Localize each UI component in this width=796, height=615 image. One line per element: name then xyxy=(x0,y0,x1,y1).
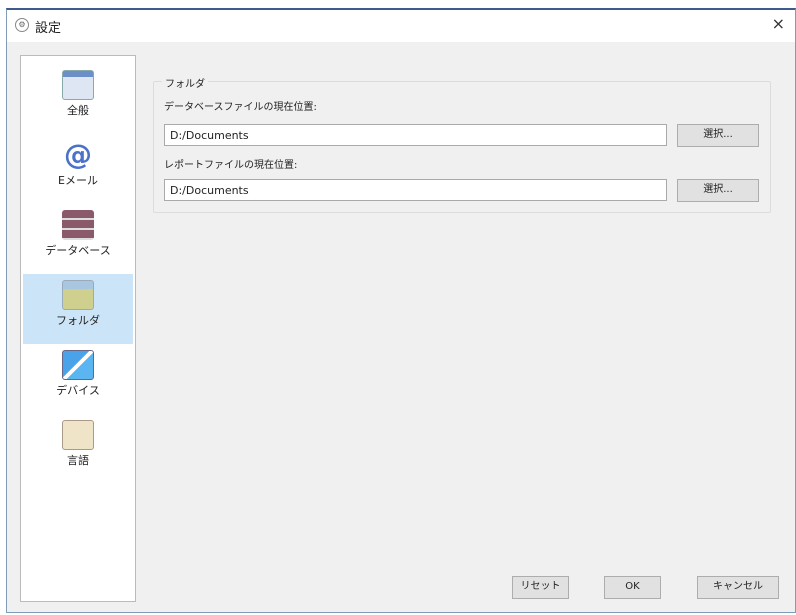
sidebar-item-label: デバイス xyxy=(56,384,100,397)
ok-button[interactable]: OK xyxy=(604,576,661,599)
language-icon xyxy=(62,420,94,450)
settings-sidebar: 全般 @ Eメール データベース フォルダ デバイス 言語 xyxy=(20,55,136,602)
sidebar-item-device[interactable]: デバイス xyxy=(23,344,133,414)
reset-button[interactable]: リセット xyxy=(512,576,569,599)
sidebar-item-general[interactable]: 全般 xyxy=(23,64,133,134)
report-location-input[interactable]: D:/Documents xyxy=(164,179,667,201)
database-icon xyxy=(62,210,94,240)
database-location-label: データベースファイルの現在位置: xyxy=(164,102,317,113)
report-select-button[interactable]: 選択... xyxy=(677,179,759,202)
sidebar-item-label: Eメール xyxy=(58,174,98,187)
title-bar: ⚙ 設定 × xyxy=(7,10,795,42)
sidebar-item-label: 言語 xyxy=(67,454,89,467)
general-settings-icon xyxy=(62,70,94,100)
sidebar-item-folder[interactable]: フォルダ xyxy=(23,274,133,344)
cancel-button[interactable]: キャンセル xyxy=(697,576,779,599)
sidebar-item-label: フォルダ xyxy=(56,314,100,327)
sidebar-item-email[interactable]: @ Eメール xyxy=(23,134,133,204)
dialog-title: 設定 xyxy=(35,21,62,36)
folder-group: フォルダ データベースファイルの現在位置: D:/Documents 選択...… xyxy=(153,75,771,213)
sidebar-item-database[interactable]: データベース xyxy=(23,204,133,274)
database-location-input[interactable]: D:/Documents xyxy=(164,124,667,146)
group-label: フォルダ xyxy=(162,75,208,90)
sidebar-item-language[interactable]: 言語 xyxy=(23,414,133,484)
sidebar-item-label: データベース xyxy=(45,244,111,257)
sidebar-item-label: 全般 xyxy=(67,104,89,117)
close-button[interactable]: × xyxy=(772,14,785,33)
settings-gear-icon: ⚙ xyxy=(15,18,29,32)
report-location-label: レポートファイルの現在位置: xyxy=(164,160,298,171)
folder-icon xyxy=(62,280,94,310)
settings-dialog: ⚙ 設定 × 全般 @ Eメール データベース フォルダ デバイス 言語 フォル… xyxy=(6,8,796,613)
database-select-button[interactable]: 選択... xyxy=(677,124,759,147)
at-sign-icon: @ xyxy=(64,138,92,171)
network-devices-icon xyxy=(62,350,94,380)
